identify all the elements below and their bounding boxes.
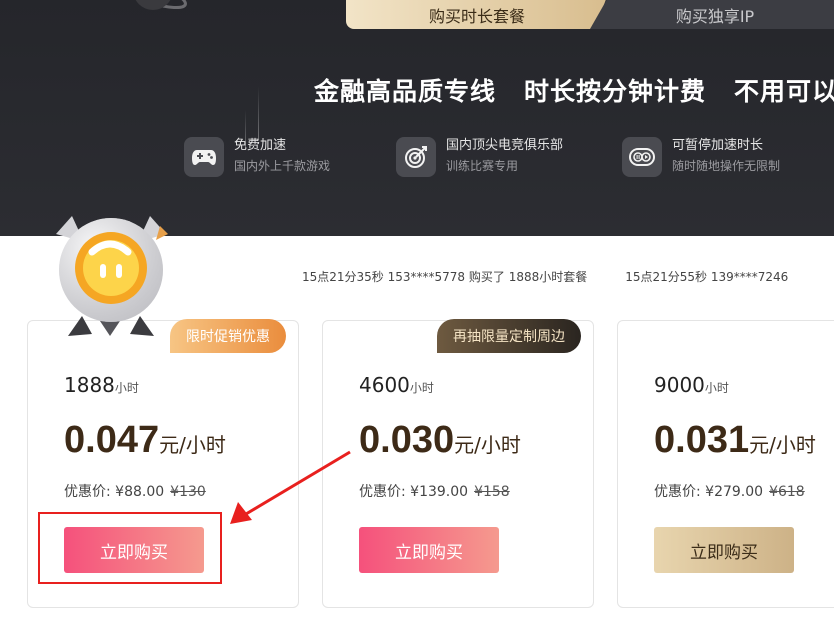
purchase-ticker: 15点21分35秒 153****5778 购买了 1888小时套餐 15点21分… [302,268,826,285]
promo-badge: 再抽限量定制周边 [437,319,581,353]
buy-now-button[interactable]: 立即购买 [654,527,794,573]
feature-title: 免费加速 [234,138,287,153]
package-card-9000[interactable]: 9000小时 0.031元/小时 优惠价: ¥279.00 ¥618 立即购买 [617,320,834,608]
package-hours: 1888小时 [64,373,139,397]
package-hours: 9000小时 [654,373,729,397]
tab-buy-dedicated-ip[interactable]: 购买独享IP [590,0,834,29]
feature-subtitle: 随时随地操作无限制 [672,159,781,173]
unit-price: 0.047元/小时 [64,419,226,461]
feature-free-acceleration: 免费加速 国内外上千款游戏 [184,136,330,177]
ticker-item: 15点21分35秒 153****5778 购买了 1888小时套餐 [302,270,588,284]
hero-banner: 购买时长套餐 购买独享IP 金融高品质专线 时长按分钟计费 不用可以 免费加速 国内… [0,0,834,236]
slogan-part: 时长按分钟计费 [524,77,707,106]
package-card-4600[interactable]: 再抽限量定制周边 4600小时 0.030元/小时 优惠价: ¥139.00 ¥1… [322,319,594,608]
feature-title: 国内顶尖电竞俱乐部 [446,138,564,153]
planet-decoration [119,0,187,10]
robot-mascot [56,216,168,336]
promo-badge: 限时促销优惠 [170,319,286,353]
feature-subtitle: 国内外上千款游戏 [234,159,331,173]
feature-esports-club: 国内顶尖电竞俱乐部 训练比赛专用 [396,136,563,177]
tab-buy-time-package[interactable]: 购买时长套餐 [346,0,608,29]
feature-pausable-time: 可暂停加速时长 随时随地操作无限制 [622,136,780,177]
original-price: ¥618 [769,484,805,500]
decorative-line [258,86,259,140]
slogan-part: 不用可以 [734,77,834,106]
discount-price: 优惠价: ¥88.00 ¥130 [64,484,206,500]
slogan-part: 金融高品质专线 [314,77,497,106]
package-hours: 4600小时 [359,373,434,397]
target-icon [396,137,436,177]
original-price: ¥158 [474,484,510,500]
annotation-highlight-box [38,512,222,584]
discount-price: 优惠价: ¥139.00 ¥158 [359,484,510,500]
feature-subtitle: 训练比赛专用 [446,159,519,173]
pause-play-icon [622,137,662,177]
buy-now-button[interactable]: 立即购买 [359,527,499,573]
unit-price: 0.031元/小时 [654,419,816,461]
ticker-item: 15点21分55秒 139****7246 [625,270,789,284]
original-price: ¥130 [170,484,206,500]
unit-price: 0.030元/小时 [359,419,521,461]
feature-title: 可暂停加速时长 [672,138,764,153]
slogan: 金融高品质专线 时长按分钟计费 不用可以 [314,72,834,108]
gamepad-icon [184,137,224,177]
discount-price: 优惠价: ¥279.00 ¥618 [654,484,805,500]
